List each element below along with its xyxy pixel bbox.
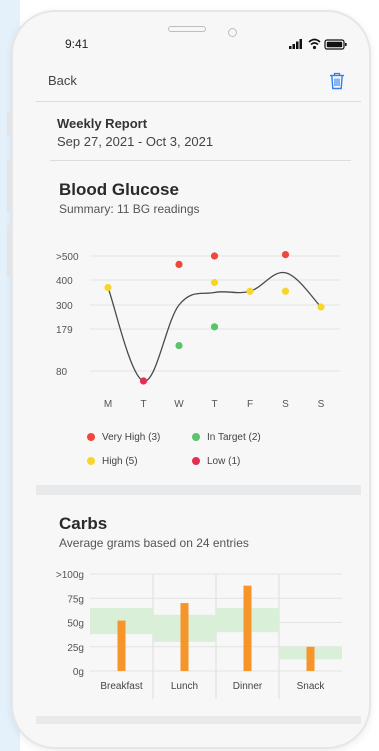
- phone-side-button: [7, 112, 11, 136]
- legend-dot-in-target: [192, 433, 200, 441]
- blood-glucose-chart: >500 400 300 179 80 M T W T F S S: [56, 251, 340, 410]
- bg-x-tick-label: W: [174, 399, 184, 410]
- legend-in-target: In Target (2): [192, 432, 261, 443]
- carbs-y-tick-label: 25g: [67, 643, 84, 654]
- legend-label-high: High (5): [102, 456, 138, 467]
- carbs-bar: [117, 620, 126, 671]
- carbs-subtitle: Average grams based on 24 entries: [59, 536, 249, 550]
- carbs-y-tick-label: >100g: [56, 570, 84, 581]
- report-title: Weekly Report: [57, 116, 148, 131]
- trash-icon[interactable]: [329, 72, 345, 90]
- legend-dot-low: [192, 457, 200, 465]
- bg-reading-point: [139, 377, 148, 385]
- bg-x-tick-label: T: [140, 399, 146, 410]
- legend-label-very-high: Very High (3): [102, 432, 161, 443]
- header-divider: [36, 101, 361, 102]
- section-divider: [36, 485, 361, 495]
- report-date-range: Sep 27, 2021 - Oct 3, 2021: [57, 134, 214, 149]
- carbs-title: Carbs: [59, 514, 108, 533]
- bg-reading-point: [175, 341, 183, 350]
- bg-y-tick-label: 179: [56, 325, 73, 336]
- bg-x-tick-label: F: [247, 399, 253, 410]
- bg-reading-point: [317, 303, 325, 311]
- status-icons: [289, 38, 347, 50]
- back-button[interactable]: Back: [48, 73, 77, 88]
- legend-high: High (5): [87, 456, 138, 467]
- wifi-icon: [308, 38, 321, 50]
- carbs-bar: [180, 603, 189, 671]
- legend-label-in-target: In Target (2): [207, 432, 261, 443]
- carbs-y-tick-label: 0g: [73, 667, 84, 678]
- camera: [228, 28, 237, 37]
- bg-x-tick-label: S: [282, 399, 289, 410]
- carbs-x-tick-label: Lunch: [171, 681, 198, 692]
- blood-glucose-summary: Summary: 11 BG readings: [59, 202, 200, 216]
- status-time: 9:41: [65, 37, 89, 51]
- legend-low: Low (1): [192, 456, 240, 467]
- bg-y-tick-label: 80: [56, 367, 68, 378]
- carbs-bar: [306, 646, 315, 671]
- blood-glucose-title: Blood Glucose: [59, 180, 179, 199]
- bg-reading-point: [210, 278, 219, 287]
- legend-dot-very-high: [87, 433, 95, 441]
- bg-y-tick-label: >500: [56, 252, 79, 263]
- carbs-x-tick-label: Snack: [297, 681, 326, 692]
- bg-reading-point: [210, 323, 219, 331]
- legend-very-high: Very High (3): [87, 432, 160, 443]
- bg-x-tick-label: S: [318, 399, 325, 410]
- bg-reading-point: [175, 260, 183, 268]
- bottom-divider: [36, 716, 361, 724]
- legend-dot-high: [87, 457, 95, 465]
- carbs-x-tick-label: Dinner: [233, 681, 263, 692]
- signal-icon: [289, 39, 302, 49]
- bg-reading-point: [104, 283, 112, 292]
- bg-reading-point: [281, 251, 290, 259]
- battery-icon: [324, 39, 347, 50]
- carbs-y-tick-label: 75g: [67, 594, 84, 605]
- bg-x-tick-label: T: [211, 399, 217, 410]
- bg-reading-point: [281, 287, 290, 295]
- carbs-chart: >100g 75g 50g 25g 0g Breakfast Lunch Dinner Snac…: [56, 570, 342, 699]
- legend-label-low: Low (1): [207, 456, 241, 467]
- bg-reading-point: [246, 287, 254, 295]
- bg-y-tick-label: 400: [56, 276, 73, 287]
- phone-side-button: [7, 160, 11, 212]
- bg-y-tick-label: 300: [56, 301, 73, 312]
- report-divider: [50, 160, 351, 161]
- carbs-bar: [243, 585, 252, 671]
- speaker-notch: [168, 26, 206, 32]
- bg-x-tick-label: M: [104, 399, 112, 410]
- carbs-y-tick-label: 50g: [67, 619, 84, 630]
- bg-reading-point: [210, 252, 219, 260]
- carbs-x-tick-label: Breakfast: [100, 681, 142, 692]
